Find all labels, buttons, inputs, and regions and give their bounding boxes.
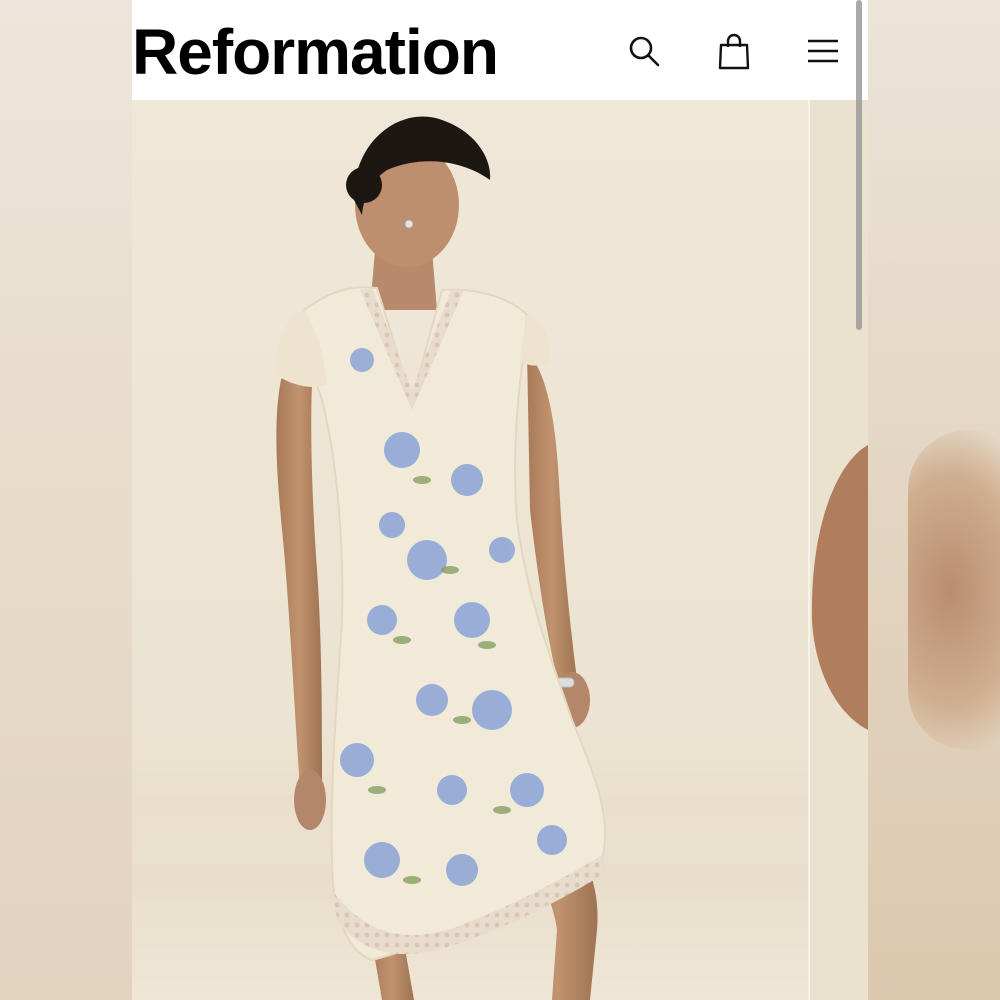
blurred-background-left [0,0,132,1000]
shopping-bag-icon [718,33,750,70]
model-illustration [132,116,808,1000]
hamburger-menu-icon [808,39,838,63]
scrollbar[interactable] [856,0,862,330]
blurred-arm [908,430,1000,750]
phone-screen: Reformation [132,0,868,1000]
product-image-main[interactable] [132,100,808,1000]
search-button[interactable] [621,28,667,74]
blurred-background-right [868,0,1000,1000]
search-icon [629,36,660,67]
site-header: Reformation [132,0,868,100]
shopping-bag-button[interactable] [711,28,757,74]
brand-logo[interactable]: Reformation [132,14,499,90]
menu-button[interactable] [800,28,846,74]
